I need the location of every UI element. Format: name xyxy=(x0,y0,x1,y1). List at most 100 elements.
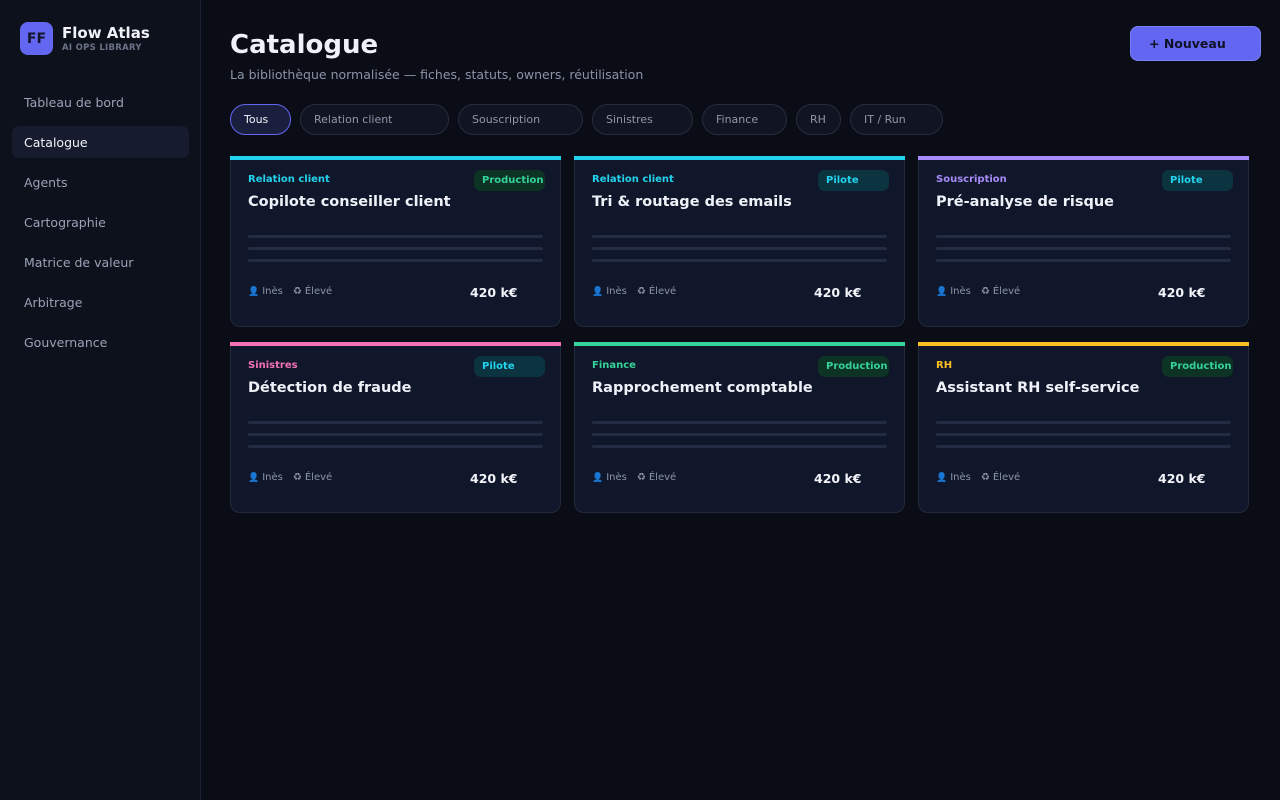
card-accent-bar xyxy=(574,342,905,346)
owner-name: Inès xyxy=(950,472,971,483)
card-category: Relation client xyxy=(592,174,674,185)
card-accent-bar xyxy=(918,156,1249,160)
catalogue-card[interactable]: Sinistres Pilote Détection de fraude 👤 Inès ♻… xyxy=(230,342,561,513)
card-description-placeholder xyxy=(936,445,1231,448)
reuse-level: Élevé xyxy=(648,286,677,297)
card-meta: 👤 Inès ♻ Élevé xyxy=(592,472,676,483)
person-icon: 👤 xyxy=(592,287,604,297)
owner-field: 👤 Inès xyxy=(592,472,627,483)
card-description-placeholder xyxy=(936,235,1231,238)
card-accent-bar xyxy=(230,156,561,160)
reuse-level: Élevé xyxy=(304,472,333,483)
card-description-placeholder xyxy=(248,235,543,238)
owner-field: 👤 Inès xyxy=(936,472,971,483)
sidebar-item-cartographie[interactable]: Cartographie xyxy=(12,206,189,238)
owner-field: 👤 Inès xyxy=(936,286,971,297)
sidebar-item-catalogue[interactable]: Catalogue xyxy=(12,126,189,158)
card-category: Finance xyxy=(592,360,636,371)
card-description-placeholder xyxy=(248,421,543,424)
owner-field: 👤 Inès xyxy=(592,286,627,297)
filter-chip[interactable]: Souscription xyxy=(458,104,583,135)
recycle-icon: ♻ xyxy=(292,472,302,483)
sidebar: FF Flow Atlas AI OPS LIBRARY Tableau de … xyxy=(0,0,201,800)
recycle-icon: ♻ xyxy=(292,286,302,297)
reuse-level: Élevé xyxy=(648,472,677,483)
person-icon: 👤 xyxy=(936,287,948,297)
card-description-placeholder xyxy=(592,235,887,238)
owner-name: Inès xyxy=(262,472,283,483)
card-description-placeholder xyxy=(592,433,887,436)
reuse-level: Élevé xyxy=(992,472,1021,483)
card-title: Assistant RH self-service xyxy=(936,380,1140,396)
brand[interactable]: FF Flow Atlas AI OPS LIBRARY xyxy=(20,22,150,55)
catalogue-card[interactable]: Souscription Pilote Pré-analyse de risque 👤… xyxy=(918,156,1249,327)
recycle-icon: ♻ xyxy=(980,472,990,483)
status-badge: Production xyxy=(1162,356,1233,377)
sidebar-item-matrice-de-valeur[interactable]: Matrice de valeur xyxy=(12,246,189,278)
owner-name: Inès xyxy=(606,472,627,483)
status-badge: Pilote xyxy=(1162,170,1233,191)
sidebar-item-tableau-de-bord[interactable]: Tableau de bord xyxy=(12,86,189,118)
person-icon: 👤 xyxy=(592,473,604,483)
card-title: Pré-analyse de risque xyxy=(936,194,1115,210)
card-budget: 420 k€ xyxy=(470,471,518,486)
filter-chip[interactable]: Finance xyxy=(702,104,787,135)
filter-chip[interactable]: Relation client xyxy=(300,104,449,135)
catalogue-card[interactable]: RH Production Assistant RH self-service 👤 In… xyxy=(918,342,1249,513)
card-description-placeholder xyxy=(592,247,887,250)
reuse-level: Élevé xyxy=(992,286,1021,297)
reuse-field: ♻ Élevé xyxy=(637,472,676,483)
owner-field: 👤 Inès xyxy=(248,472,283,483)
catalogue-card[interactable]: Finance Production Rapprochement comptable… xyxy=(574,342,905,513)
card-accent-bar xyxy=(918,342,1249,346)
card-description-placeholder xyxy=(936,433,1231,436)
brand-logo: FF xyxy=(20,22,53,55)
filter-chip[interactable]: RH xyxy=(796,104,841,135)
filter-chip[interactable]: Tous xyxy=(230,104,291,135)
card-budget: 420 k€ xyxy=(1158,285,1206,300)
brand-subtitle: AI OPS LIBRARY xyxy=(62,42,142,53)
reuse-field: ♻ Élevé xyxy=(293,286,332,297)
person-icon: 👤 xyxy=(248,473,260,483)
person-icon: 👤 xyxy=(936,473,948,483)
status-badge: Pilote xyxy=(818,170,889,191)
card-title: Copilote conseiller client xyxy=(248,194,451,210)
sidebar-item-gouvernance[interactable]: Gouvernance xyxy=(12,326,189,358)
brand-name: Flow Atlas xyxy=(62,23,150,42)
card-description-placeholder xyxy=(248,433,543,436)
owner-name: Inès xyxy=(950,286,971,297)
card-budget: 420 k€ xyxy=(1158,471,1206,486)
filter-chips: Tous Relation client Souscription Sinistres… xyxy=(230,104,952,135)
card-category: Sinistres xyxy=(248,360,298,371)
reuse-field: ♻ Élevé xyxy=(981,286,1020,297)
card-description-placeholder xyxy=(936,421,1231,424)
card-description-placeholder xyxy=(592,259,887,262)
sidebar-item-agents[interactable]: Agents xyxy=(12,166,189,198)
page-subtitle: La bibliothèque normalisée — fiches, sta… xyxy=(230,67,644,82)
sidebar-item-arbitrage[interactable]: Arbitrage xyxy=(12,286,189,318)
card-meta: 👤 Inès ♻ Élevé xyxy=(592,286,676,297)
filter-chip[interactable]: IT / Run xyxy=(850,104,943,135)
person-icon: 👤 xyxy=(248,287,260,297)
reuse-field: ♻ Élevé xyxy=(981,472,1020,483)
card-budget: 420 k€ xyxy=(814,285,862,300)
catalogue-card[interactable]: Relation client Pilote Tri & routage des e… xyxy=(574,156,905,327)
card-budget: 420 k€ xyxy=(470,285,518,300)
card-meta: 👤 Inès ♻ Élevé xyxy=(936,472,1020,483)
card-category: RH xyxy=(936,360,953,371)
owner-field: 👤 Inès xyxy=(248,286,283,297)
status-badge: Production xyxy=(818,356,889,377)
card-meta: 👤 Inès ♻ Élevé xyxy=(248,286,332,297)
card-accent-bar xyxy=(230,342,561,346)
card-description-placeholder xyxy=(936,247,1231,250)
card-description-placeholder xyxy=(248,259,543,262)
reuse-field: ♻ Élevé xyxy=(293,472,332,483)
card-description-placeholder xyxy=(248,247,543,250)
sidebar-nav: Tableau de bord Catalogue Agents Cartograph… xyxy=(12,86,189,366)
status-badge: Production xyxy=(474,170,545,191)
new-button[interactable]: + Nouveau xyxy=(1130,26,1261,61)
filter-chip[interactable]: Sinistres xyxy=(592,104,693,135)
recycle-icon: ♻ xyxy=(636,286,646,297)
owner-name: Inès xyxy=(262,286,283,297)
catalogue-card[interactable]: Relation client Production Copilote consei… xyxy=(230,156,561,327)
